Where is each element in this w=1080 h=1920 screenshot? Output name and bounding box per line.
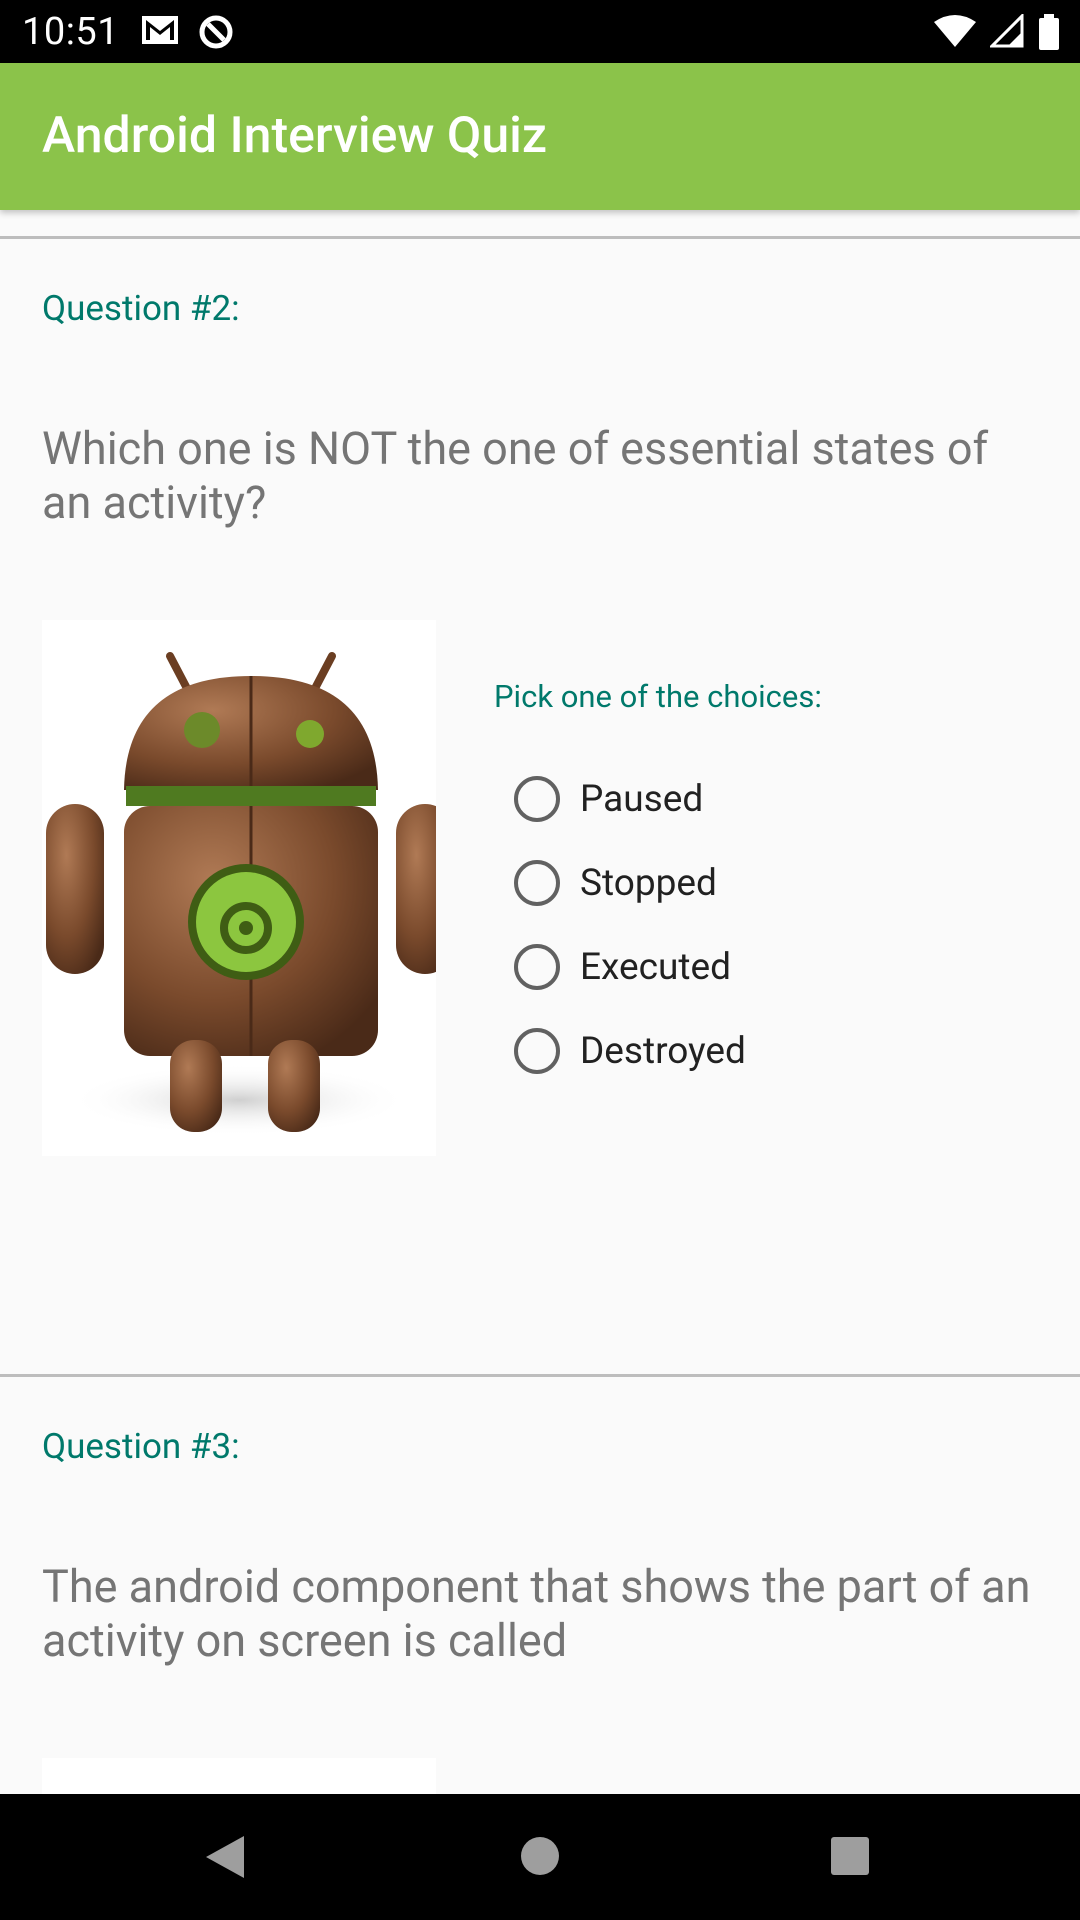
choice-paused[interactable]: Paused: [514, 770, 703, 828]
divider: [0, 236, 1080, 239]
radio-button[interactable]: [514, 944, 560, 990]
recents-icon[interactable]: [830, 1836, 870, 1880]
status-time: 10:51: [22, 10, 120, 54]
status-bar: 10:51: [0, 0, 1080, 63]
app-bar: Android Interview Quiz: [0, 63, 1080, 210]
question-text: The android component that shows the par…: [42, 1560, 1031, 1667]
gmail-icon: [140, 14, 180, 54]
battery-icon: [1038, 14, 1060, 54]
app-title: Android Interview Quiz: [42, 107, 548, 165]
question-text: Which one is NOT the one of essential st…: [42, 422, 989, 529]
choice-stopped[interactable]: Stopped: [514, 854, 717, 912]
choice-label: Destroyed: [580, 1029, 746, 1073]
radio-button[interactable]: [514, 776, 560, 822]
radio-button[interactable]: [514, 1028, 560, 1074]
choice-label: Paused: [580, 777, 704, 821]
pick-label: Pick one of the choices:: [494, 678, 822, 715]
choice-executed[interactable]: Executed: [514, 938, 731, 996]
question-label: Question #2:: [42, 288, 240, 329]
android-robot-image: [42, 1758, 436, 1794]
divider: [0, 1374, 1080, 1377]
home-icon[interactable]: [520, 1836, 560, 1880]
question-label: Question #3:: [42, 1426, 240, 1467]
radio-button[interactable]: [514, 860, 560, 906]
back-icon[interactable]: [204, 1834, 246, 1884]
choice-label: Stopped: [580, 861, 717, 905]
signal-icon: [988, 12, 1024, 54]
wifi-icon: [934, 14, 976, 54]
android-robot-image: [42, 620, 436, 1156]
choice-destroyed[interactable]: Destroyed: [514, 1022, 746, 1080]
data-saver-icon: [198, 14, 234, 54]
navigation-bar: [0, 1794, 1080, 1920]
choice-label: Executed: [580, 945, 731, 989]
